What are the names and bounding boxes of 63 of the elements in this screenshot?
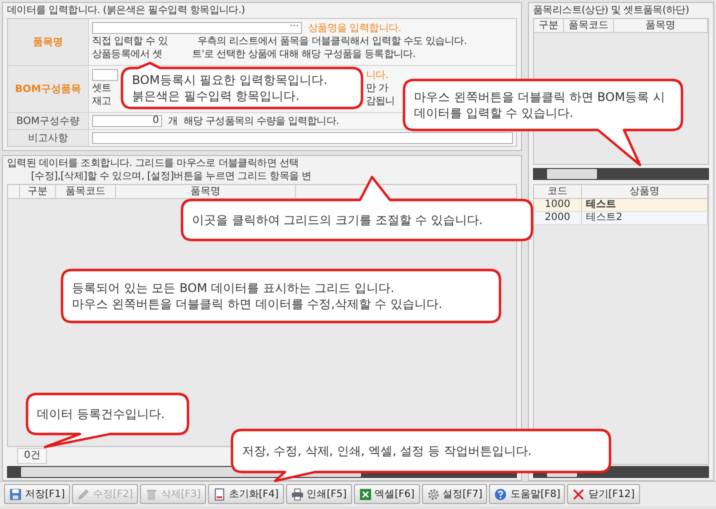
tooltip-text: 이곳을 클릭하여 그리드의 크기를 조절할 수 있습니다. [192, 212, 483, 228]
record-count: 0건 [17, 448, 48, 464]
toolbar-button[interactable]: 저장[F1] [4, 484, 70, 504]
printer-icon [290, 488, 304, 500]
toolbar-button[interactable]: 인쇄[F5] [286, 484, 352, 504]
remarks-field[interactable] [92, 132, 513, 144]
field-note: 해당 구성품목의 수량을 입력합니다. [184, 114, 339, 128]
unit-label: 개 [168, 114, 178, 128]
horizontal-scrollbar[interactable] [533, 168, 709, 180]
hint-text: 만 가 [366, 82, 388, 95]
panel-header: [수정],[삭제]할 수 있으며, [설정]버튼을 누르면 그리드 항목을 변 [31, 170, 312, 183]
tooltip-text: 등록되어 있는 모든 BOM 데이터를 표시하는 그리드 입니다. [72, 280, 394, 296]
hint-text: 감됩니 [366, 95, 395, 108]
table-cell: 테스트 [582, 199, 708, 211]
grid-row[interactable]: 2000 테스트2 [534, 212, 708, 225]
field-label: BOM구성수량 [8, 113, 89, 129]
toolbar-button[interactable]: 초기화[F4] [208, 484, 284, 504]
quantity-field[interactable]: 0 [92, 115, 162, 127]
gear-icon [426, 488, 440, 500]
help-icon [494, 488, 508, 500]
hint-text: 셋트 [92, 82, 112, 95]
column-header[interactable]: 품목명 [116, 185, 296, 198]
column-header[interactable]: 코드 [534, 185, 582, 198]
field-label: 품목명 [8, 19, 89, 65]
trash-icon [144, 488, 158, 500]
field-note: 상품명을 입력합니다. [308, 22, 402, 35]
set-item-grid[interactable]: 코드 상품명 1000 테스트 2000 테스트2 [533, 184, 709, 465]
hint-text: 상품등록에서 셋 [92, 48, 162, 61]
field-note: 니다. [366, 69, 390, 82]
toolbar-button[interactable]: 닫기[F12] [567, 484, 640, 504]
hint-text: 트'로 선택한 상품에 대해 해당 구성품을 등록합니다. [192, 48, 416, 61]
table-cell: 테스트2 [582, 212, 708, 224]
column-header[interactable]: 품목명 [614, 19, 708, 32]
grid-row[interactable]: 1000 테스트 [534, 199, 708, 212]
browse-button[interactable]: ··· [289, 21, 299, 33]
tooltip-text: BOM등록시 필요한 입력항목입니다. [132, 72, 328, 88]
pencil-icon [76, 488, 90, 500]
tooltip-text: 데이터를 입력할 수 있습니다. [414, 105, 574, 121]
document-icon [212, 488, 226, 500]
tooltip-text: 마우스 왼쪽버튼을 더블클릭 하면 데이터를 수정,삭제할 수 있습니다. [72, 296, 442, 312]
close-icon [572, 488, 586, 500]
field-label: BOM구성품목 [8, 66, 89, 112]
tooltip-text: 마우스 왼쪽버튼을 더블클릭 하면 BOM등록 시 [414, 89, 665, 105]
spreadsheet-icon [358, 488, 372, 500]
toolbar-button[interactable]: 도움말[F8] [489, 484, 566, 504]
tooltip-text: 붉은색은 필수입력 항목입니다. [132, 88, 300, 104]
product-name-field[interactable]: ··· [92, 22, 302, 34]
column-header[interactable]: 상품명 [582, 185, 708, 198]
column-header[interactable]: 품목코드 [56, 185, 116, 198]
hint-text: 우측의 리스트에서 품목을 더블클릭해서 입력할 수도 있습니다. [198, 35, 467, 48]
column-header[interactable]: 품목코드 [564, 19, 614, 32]
table-cell: 2000 [534, 212, 582, 224]
panel-header: 입력된 데이터를 조회합니다. 그리드를 마우스로 더블클릭하면 선택 [7, 157, 299, 170]
hint-text: 직접 입력할 수 있 [92, 35, 168, 48]
table-cell: 1000 [534, 199, 582, 211]
toolbar-button[interactable]: 엑셀[F6] [354, 484, 420, 504]
toolbar-button[interactable]: 설정[F7] [422, 484, 488, 504]
field-label: 비고사항 [8, 130, 89, 146]
component-field[interactable] [92, 69, 118, 81]
column-header[interactable]: 구분 [20, 185, 56, 198]
column-header[interactable]: 구분 [534, 19, 564, 32]
tooltip-text: 데이터 등록건수입니다. [37, 406, 165, 422]
hint-text: 재고 [92, 95, 112, 108]
